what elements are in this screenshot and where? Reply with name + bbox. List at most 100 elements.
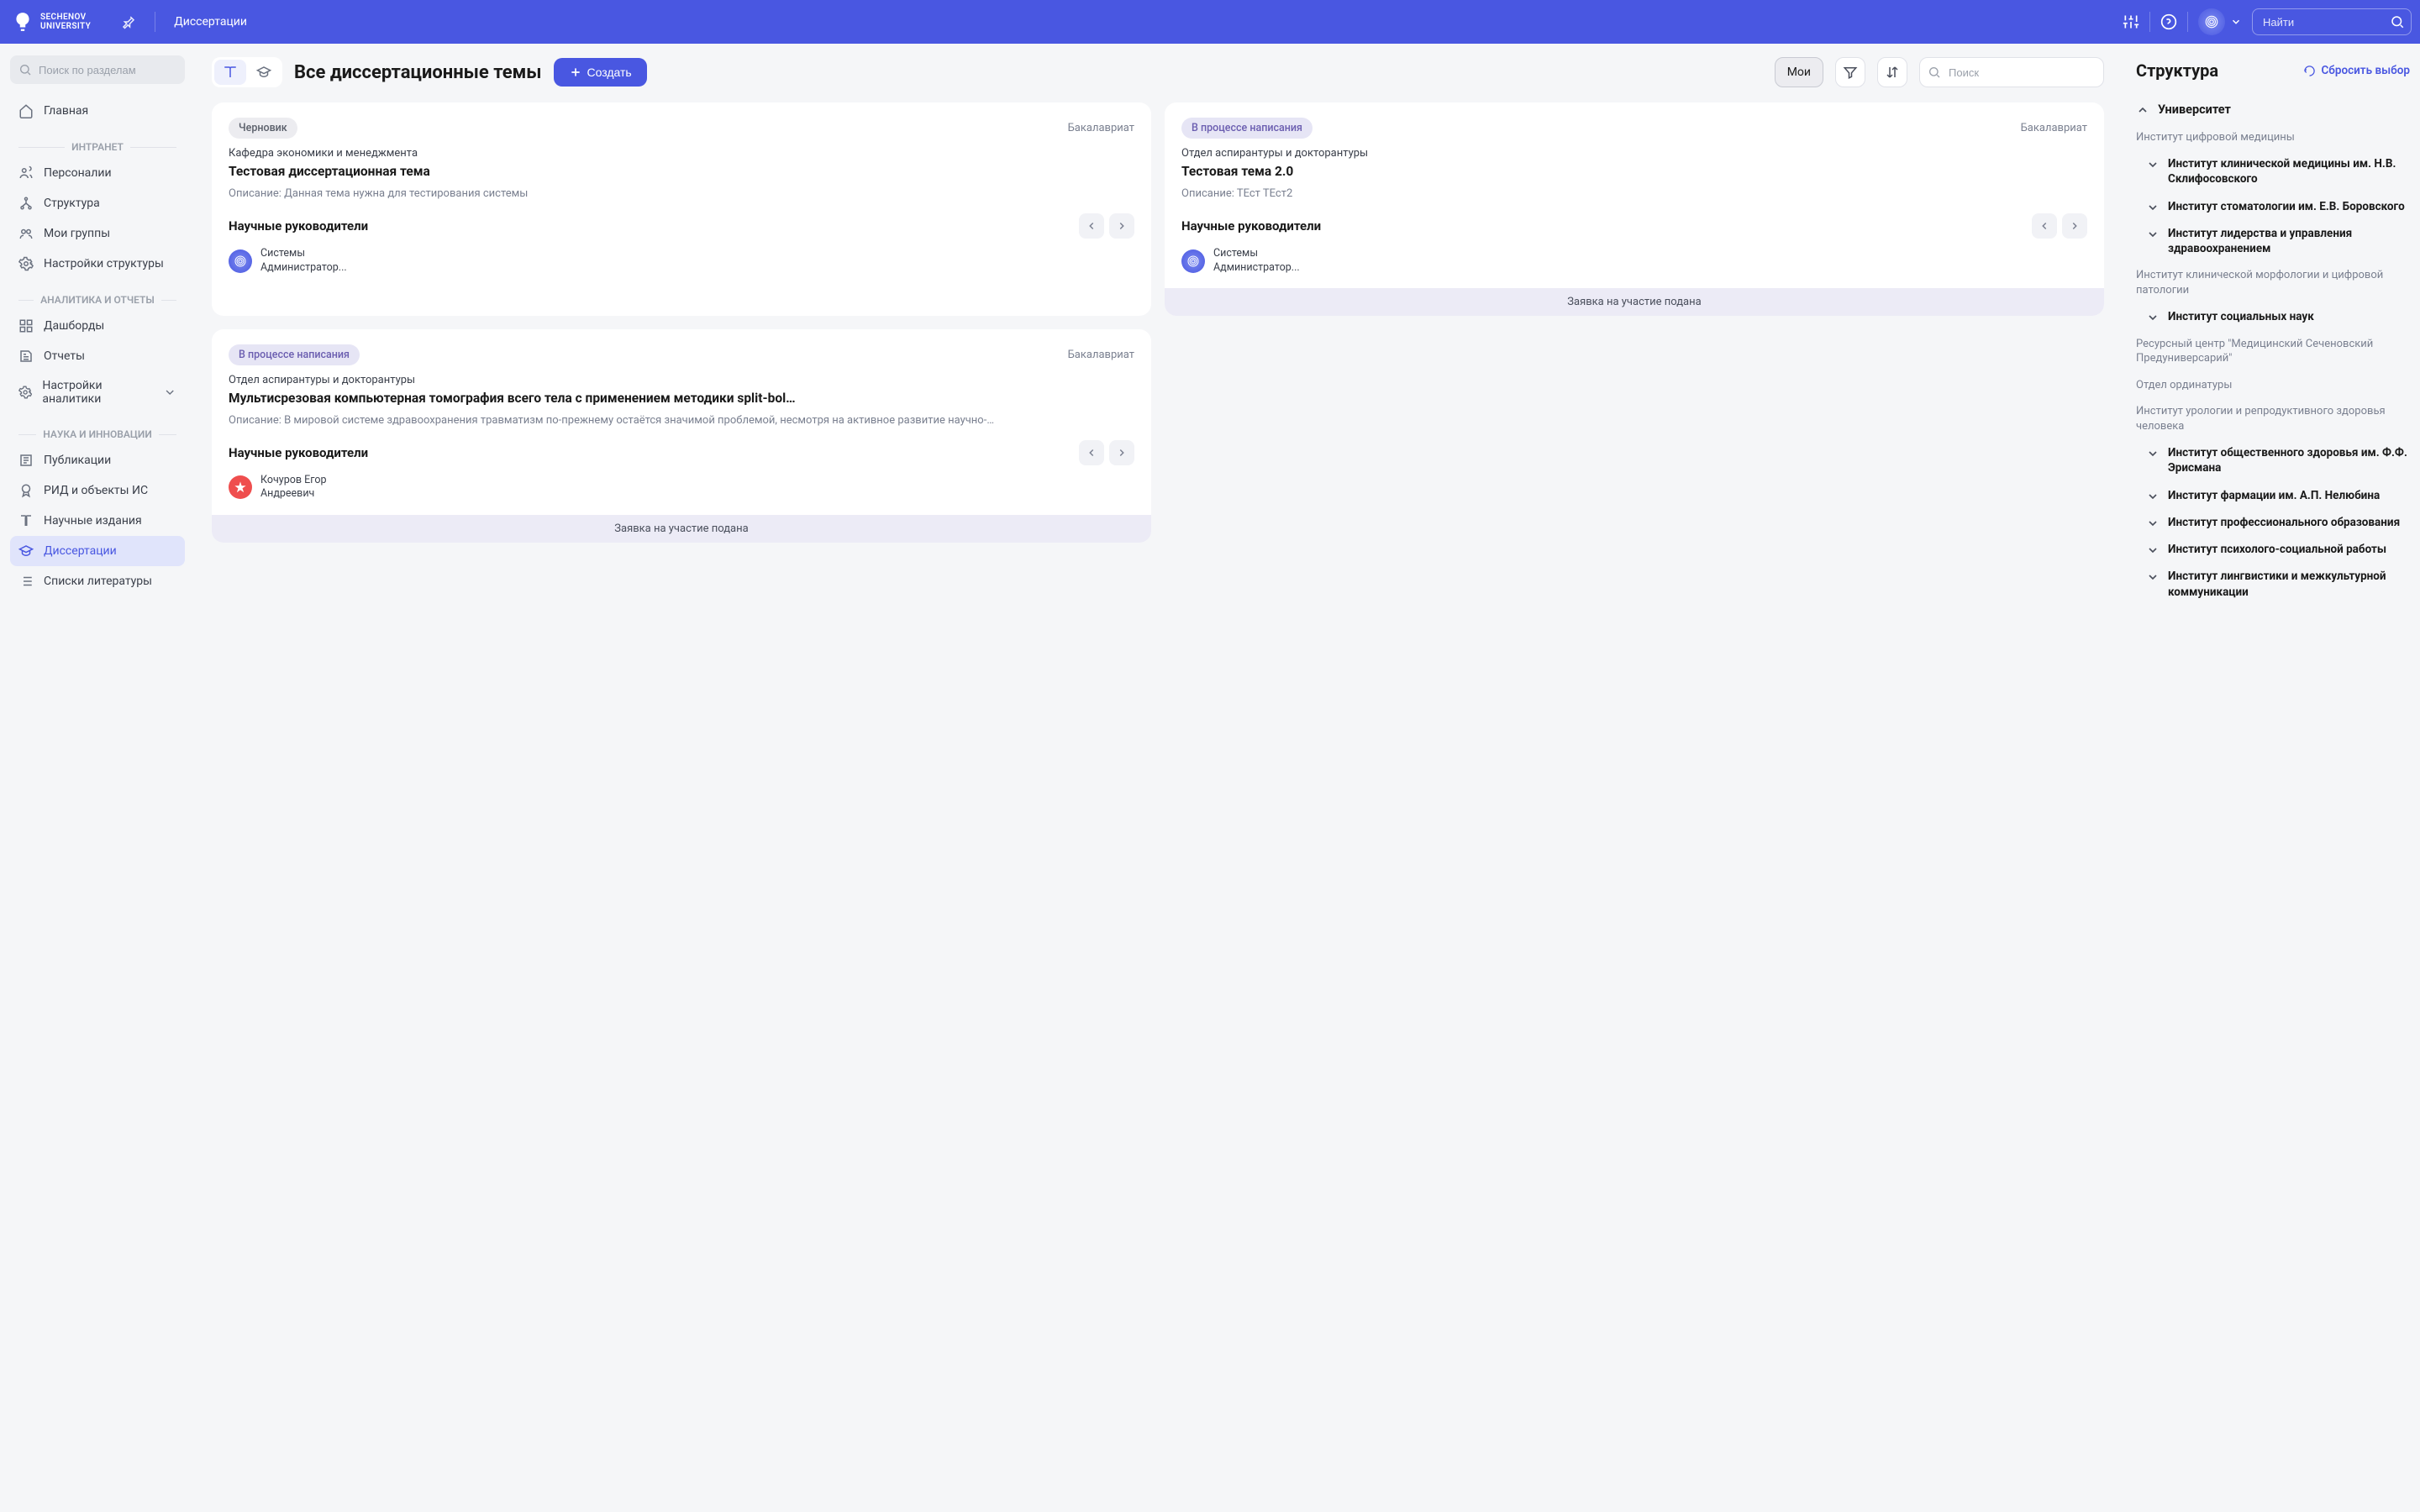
tree-item-sklifosovsky[interactable]: Институт клинической медицины им. Н.В. С… [2136, 150, 2410, 192]
next-supervisor-button[interactable] [1109, 440, 1134, 465]
chevron-down-icon [2146, 311, 2160, 324]
logo-bottom: UNIVERSITY [40, 22, 91, 31]
sidebar-item-label: Отчеты [44, 349, 85, 363]
chevron-down-icon [2146, 570, 2160, 584]
dissertation-card[interactable]: В процессе написания Бакалавриат Отдел а… [212, 329, 1151, 543]
sidebar: Главная ИНТРАНЕТ Персоналии Структура Мо… [0, 44, 195, 1512]
sidebar-item-label: Научные издания [44, 514, 142, 528]
user-menu[interactable] [2198, 8, 2242, 35]
topbar: SECHENOV UNIVERSITY Диссертации [0, 0, 2420, 44]
reset-icon [2303, 65, 2316, 77]
sidebar-item-home[interactable]: Главная [10, 96, 185, 126]
content-search-input[interactable] [1919, 57, 2104, 87]
graduation-icon [256, 65, 271, 80]
card-description: Описание: ТЕст ТЕст2 [1181, 186, 2087, 202]
tree-leaf-ordinatura[interactable]: Отдел ординатуры [2136, 372, 2410, 399]
supervisor-name: СистемыАдминистратор... [260, 247, 347, 275]
search-icon [2390, 14, 2405, 29]
tree-leaf-morphology[interactable]: Институт клинической морфологии и цифров… [2136, 262, 2410, 303]
tree-item-pharmacy[interactable]: Институт фармации им. А.П. Нелюбина [2136, 482, 2410, 509]
supervisor-avatar [229, 475, 252, 499]
create-button[interactable]: Создать [554, 58, 647, 87]
tree-leaf-urology[interactable]: Институт урологии и репродуктивного здор… [2136, 398, 2410, 439]
supervisor-avatar [1181, 249, 1205, 273]
chevron-right-icon [1116, 220, 1128, 232]
sidebar-item-groups[interactable]: Мои группы [10, 218, 185, 249]
prev-supervisor-button[interactable] [2032, 213, 2057, 239]
tree-root[interactable]: Университет [2136, 96, 2410, 124]
tree-item-psycho[interactable]: Институт психолого-социальной работы [2136, 536, 2410, 563]
pin-toggle[interactable] [114, 14, 143, 29]
tree-item-social[interactable]: Институт социальных наук [2136, 303, 2410, 330]
tree-icon [18, 196, 34, 211]
prev-supervisor-button[interactable] [1079, 213, 1104, 239]
view-list-button[interactable] [248, 60, 280, 85]
chevron-down-icon [2146, 543, 2160, 557]
supervisor-name: Кочуров ЕгорАндреевич [260, 474, 327, 501]
supervisor-row[interactable]: СистемыАдминистратор... [1181, 247, 2087, 275]
filter-mine[interactable]: Мои [1775, 57, 1823, 87]
view-cards-button[interactable] [214, 60, 246, 85]
content-search[interactable] [1919, 57, 2104, 87]
department-label: Отдел аспирантуры и докторантуры [1181, 147, 2087, 160]
next-supervisor-button[interactable] [1109, 213, 1134, 239]
sidebar-item-dashboards[interactable]: Дашборды [10, 311, 185, 341]
tree-item-erisman[interactable]: Институт общественного здоровья им. Ф.Ф.… [2136, 439, 2410, 481]
prev-supervisor-button[interactable] [1079, 440, 1104, 465]
tree-item-professional[interactable]: Институт профессионального образования [2136, 509, 2410, 536]
chevron-down-icon [163, 385, 176, 400]
fingerprint-icon [2204, 14, 2219, 29]
sidebar-item-label: Настройки аналитики [42, 379, 152, 406]
supervisor-row[interactable]: Кочуров ЕгорАндреевич [229, 474, 1134, 501]
global-search-input[interactable] [2252, 8, 2412, 35]
sidebar-section-analytics: АНАЛИТИКА И ОТЧЕТЫ [10, 284, 185, 311]
global-search[interactable] [2252, 8, 2412, 35]
level-label: Бакалавриат [1068, 122, 1134, 134]
tree-item-leadership[interactable]: Институт лидерства и управления здравоох… [2136, 220, 2410, 262]
sidebar-item-label: Диссертации [44, 544, 117, 558]
logo[interactable]: SECHENOV UNIVERSITY [0, 11, 103, 33]
sidebar-search-input[interactable] [10, 55, 185, 84]
sidebar-item-rid[interactable]: РИД и объекты ИС [10, 475, 185, 506]
filter-button[interactable] [1835, 57, 1865, 87]
sort-button[interactable] [1877, 57, 1907, 87]
card-footer: Заявка на участие подана [212, 515, 1151, 543]
sidebar-item-analytics-settings[interactable]: Настройки аналитики [10, 371, 185, 413]
sidebar-item-dissertations[interactable]: Диссертации [10, 536, 185, 566]
graduation-icon [18, 543, 34, 559]
sidebar-item-bibliography[interactable]: Списки литературы [10, 566, 185, 596]
plus-icon [569, 66, 582, 79]
dissertation-card[interactable]: Черновик Бакалавриат Кафедра экономики и… [212, 102, 1151, 316]
reset-selection-button[interactable]: Сбросить выбор [2303, 64, 2410, 77]
chevron-right-icon [1116, 447, 1128, 459]
help-icon[interactable] [2160, 13, 2177, 30]
sidebar-item-personalii[interactable]: Персоналии [10, 158, 185, 188]
next-supervisor-button[interactable] [2062, 213, 2087, 239]
dissertation-card[interactable]: В процессе написания Бакалавриат Отдел а… [1165, 102, 2104, 316]
sidebar-search[interactable] [10, 55, 185, 84]
sidebar-item-journals[interactable]: Научные издания [10, 506, 185, 536]
sidebar-item-reports[interactable]: Отчеты [10, 341, 185, 371]
sidebar-item-structure[interactable]: Структура [10, 188, 185, 218]
sidebar-item-label: Дашборды [44, 319, 104, 333]
publications-icon [18, 453, 34, 468]
settings-sliders-icon[interactable] [2123, 13, 2139, 30]
chevron-down-icon [2146, 201, 2160, 214]
chevron-down-icon [2146, 158, 2160, 171]
tree-leaf-resource-center[interactable]: Ресурсный центр "Медицинский Сеченовский… [2136, 331, 2410, 372]
supervisor-row[interactable]: СистемыАдминистратор... [229, 247, 1134, 275]
status-badge: В процессе написания [229, 344, 360, 365]
divider [2149, 12, 2150, 32]
card-description: Описание: Данная тема нужна для тестиров… [229, 186, 1134, 202]
sidebar-item-publications[interactable]: Публикации [10, 445, 185, 475]
sidebar-item-label: Главная [44, 104, 88, 118]
status-badge: В процессе написания [1181, 118, 1313, 139]
sidebar-item-structure-settings[interactable]: Настройки структуры [10, 249, 185, 279]
supervisors-heading: Научные руководители [229, 445, 368, 460]
tree-leaf-digital-med[interactable]: Институт цифровой медицины [2136, 124, 2410, 151]
chevron-down-icon [2146, 447, 2160, 460]
chevron-down-icon [2230, 16, 2242, 28]
tree-item-linguistics[interactable]: Институт лингвистики и межкультурной ком… [2136, 563, 2410, 605]
search-icon [18, 63, 32, 76]
tree-item-borovsky[interactable]: Институт стоматологии им. Е.В. Боровског… [2136, 193, 2410, 220]
